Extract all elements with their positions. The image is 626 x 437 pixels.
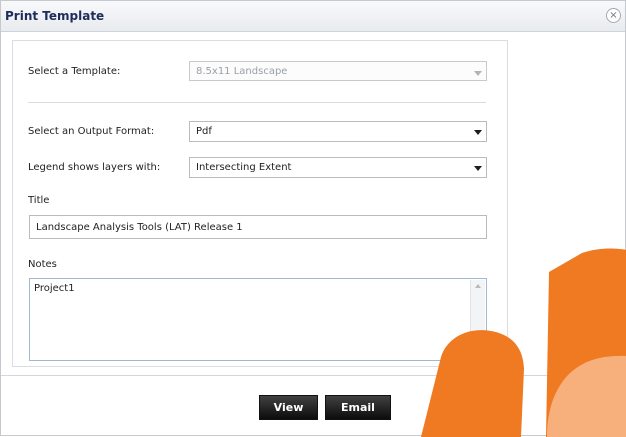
chevron-down-icon — [474, 130, 482, 135]
template-select[interactable]: 8.5x11 Landscape — [189, 61, 487, 81]
decor-arc-3 — [547, 355, 626, 437]
notes-scrollbar[interactable] — [470, 280, 485, 359]
notes-value: Project1 — [34, 283, 75, 294]
legend-select-value: Intersecting Extent — [196, 162, 292, 173]
title-input-value: Landscape Analysis Tools (LAT) Release 1 — [36, 222, 243, 233]
chevron-down-icon — [474, 71, 482, 76]
close-icon[interactable]: × — [606, 8, 621, 23]
title-label: Title — [28, 195, 50, 206]
legend-select[interactable]: Intersecting Extent — [189, 157, 487, 178]
footer-divider — [1, 375, 625, 376]
legend-label: Legend shows layers with: — [28, 162, 161, 173]
dialog-titlebar: Print Template × — [1, 1, 625, 32]
email-button[interactable]: Email — [325, 395, 391, 420]
chevron-down-icon — [474, 166, 482, 171]
view-button[interactable]: View — [259, 395, 318, 420]
form-panel: Select a Template: 8.5x11 Landscape Sele… — [12, 40, 508, 367]
notes-label: Notes — [28, 259, 57, 270]
dialog-title: Print Template — [5, 9, 105, 23]
chevron-up-icon[interactable] — [475, 284, 481, 288]
decor-arc-2 — [546, 248, 626, 437]
output-format-value: Pdf — [196, 126, 212, 137]
template-select-value: 8.5x11 Landscape — [196, 66, 288, 77]
template-label: Select a Template: — [28, 66, 121, 77]
form-divider — [28, 102, 486, 103]
chevron-down-icon[interactable] — [475, 351, 481, 355]
output-format-select[interactable]: Pdf — [189, 121, 487, 142]
print-template-dialog: Print Template × Select a Template: 8.5x… — [0, 0, 626, 437]
output-format-label: Select an Output Format: — [28, 126, 155, 137]
title-input[interactable]: Landscape Analysis Tools (LAT) Release 1 — [29, 215, 487, 239]
notes-textarea[interactable]: Project1 — [29, 278, 487, 361]
